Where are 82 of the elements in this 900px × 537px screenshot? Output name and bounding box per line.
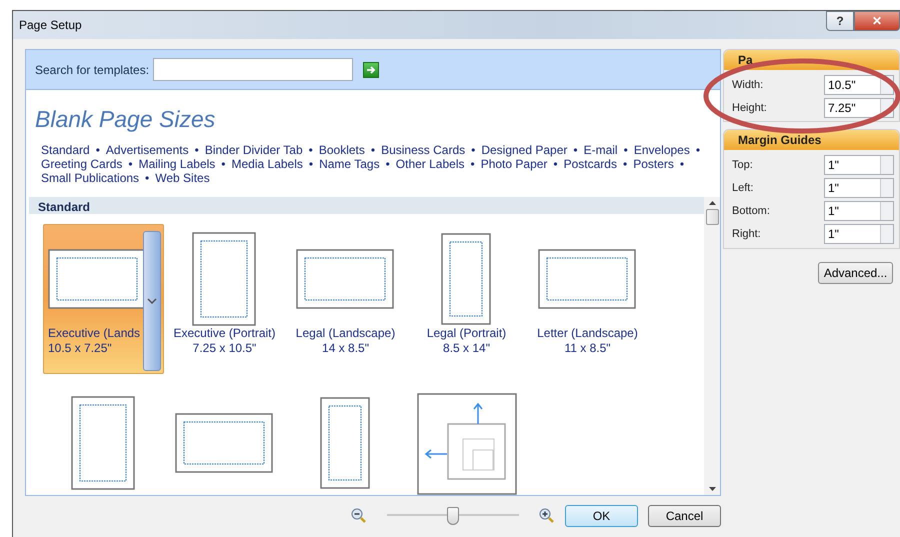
template-size: 11 x 8.5": [564, 342, 611, 355]
category-link[interactable]: Photo Paper: [480, 157, 548, 171]
zoom-slider[interactable]: [387, 506, 519, 524]
category-link[interactable]: Advertisements: [106, 143, 189, 157]
category-link[interactable]: Business Cards: [381, 143, 466, 157]
category-link[interactable]: Designed Paper: [481, 143, 568, 157]
chevron-icon: [147, 298, 157, 304]
template-tile[interactable]: Executive (Portrait) 7.25 x 10.5": [164, 224, 285, 374]
panel-title: Margin Guides: [724, 130, 899, 150]
category-link[interactable]: Envelopes: [634, 143, 690, 157]
cancel-button[interactable]: Cancel: [648, 504, 721, 526]
separator-dot: •: [128, 157, 133, 171]
category-link[interactable]: Other Labels: [396, 157, 464, 171]
template-size: 7.25 x 10.5": [192, 342, 256, 355]
template-tile[interactable]: Executive (Lands 10.5 x 7.25": [43, 224, 164, 374]
category-link[interactable]: Mailing Labels: [138, 157, 216, 171]
number-field[interactable]: 10.5": [824, 75, 894, 95]
scroll-thumb[interactable]: [706, 209, 718, 225]
number-field[interactable]: 7.25": [824, 98, 894, 118]
field-label: Bottom:: [732, 205, 771, 217]
search-go-button[interactable]: [363, 62, 380, 78]
search-label: Search for templates:: [35, 62, 150, 76]
gallery-heading: Blank Page Sizes: [35, 106, 216, 133]
arrow-icon: [366, 64, 376, 74]
category-link[interactable]: Binder Divider Tab: [204, 143, 303, 157]
ok-button[interactable]: OK: [565, 504, 638, 526]
template-name: Executive (Lands: [48, 327, 140, 340]
separator-dot: •: [370, 143, 376, 157]
category-link[interactable]: Greeting Cards: [41, 157, 122, 171]
template-size: 14 x 8.5": [322, 342, 369, 355]
category-link[interactable]: E-mail: [584, 143, 618, 157]
template-tile[interactable]: Letter (Landscape) 11 x 8.5": [527, 224, 648, 374]
field-label: Top:: [732, 159, 754, 171]
category-link[interactable]: Posters: [633, 157, 674, 171]
scroll-up-icon[interactable]: [708, 201, 716, 205]
window-title: Page Setup: [19, 18, 83, 32]
number-field[interactable]: 1": [824, 155, 894, 175]
template-name: Legal (Portrait): [426, 327, 506, 340]
search-field[interactable]: [153, 58, 354, 81]
help-button[interactable]: ?: [826, 11, 854, 31]
number-field[interactable]: 1": [824, 178, 894, 198]
separator-dot: •: [553, 157, 558, 171]
number-field[interactable]: 1": [824, 224, 894, 244]
category-link[interactable]: Postcards: [564, 157, 617, 171]
template-tile[interactable]: Legal (Landscape) 14 x 8.5": [285, 224, 406, 374]
separator-dot: •: [145, 171, 150, 185]
category-link[interactable]: Name Tags: [319, 157, 380, 171]
template-size: 10.5 x 7.25": [48, 342, 112, 355]
separator-dot: •: [622, 157, 628, 171]
separator-dot: •: [96, 143, 100, 157]
template-tile[interactable]: Legal (Portrait) 8.5 x 14": [406, 224, 527, 374]
separator-dot: •: [624, 143, 628, 157]
template-name: Legal (Landscape): [296, 327, 396, 340]
field-label: Width:: [732, 79, 764, 91]
zoom-in-icon[interactable]: [539, 508, 555, 524]
template-name: Executive (Portrait): [173, 327, 276, 340]
category-link[interactable]: Standard: [41, 143, 90, 157]
category-link[interactable]: Booklets: [318, 143, 365, 157]
separator-dot: •: [308, 143, 313, 157]
separator-dot: •: [308, 157, 314, 171]
field-label: Height:: [732, 102, 768, 114]
template-name: Letter (Landscape): [537, 327, 638, 340]
scroll-down-icon[interactable]: [708, 487, 716, 491]
section-header: Standard: [29, 197, 704, 214]
category-link[interactable]: Media Labels: [232, 157, 303, 171]
separator-dot: •: [471, 143, 476, 157]
advanced-button[interactable]: Advanced...: [818, 262, 893, 284]
category-link[interactable]: Small Publications: [41, 171, 140, 185]
separator-dot: •: [470, 157, 475, 171]
field-label: Right:: [732, 228, 762, 240]
separator-dot: •: [680, 157, 684, 171]
separator-dot: •: [221, 157, 226, 171]
category-link[interactable]: Web Sites: [155, 171, 210, 185]
template-size: 8.5 x 14": [443, 342, 490, 355]
number-field[interactable]: 1": [824, 201, 894, 221]
vertical-scrollbar[interactable]: [704, 197, 720, 495]
zoom-out-icon[interactable]: [351, 508, 367, 524]
separator-dot: •: [696, 143, 700, 157]
separator-dot: •: [573, 143, 578, 157]
separator-dot: •: [386, 157, 390, 171]
separator-dot: •: [194, 143, 199, 157]
field-label: Left:: [732, 182, 754, 194]
